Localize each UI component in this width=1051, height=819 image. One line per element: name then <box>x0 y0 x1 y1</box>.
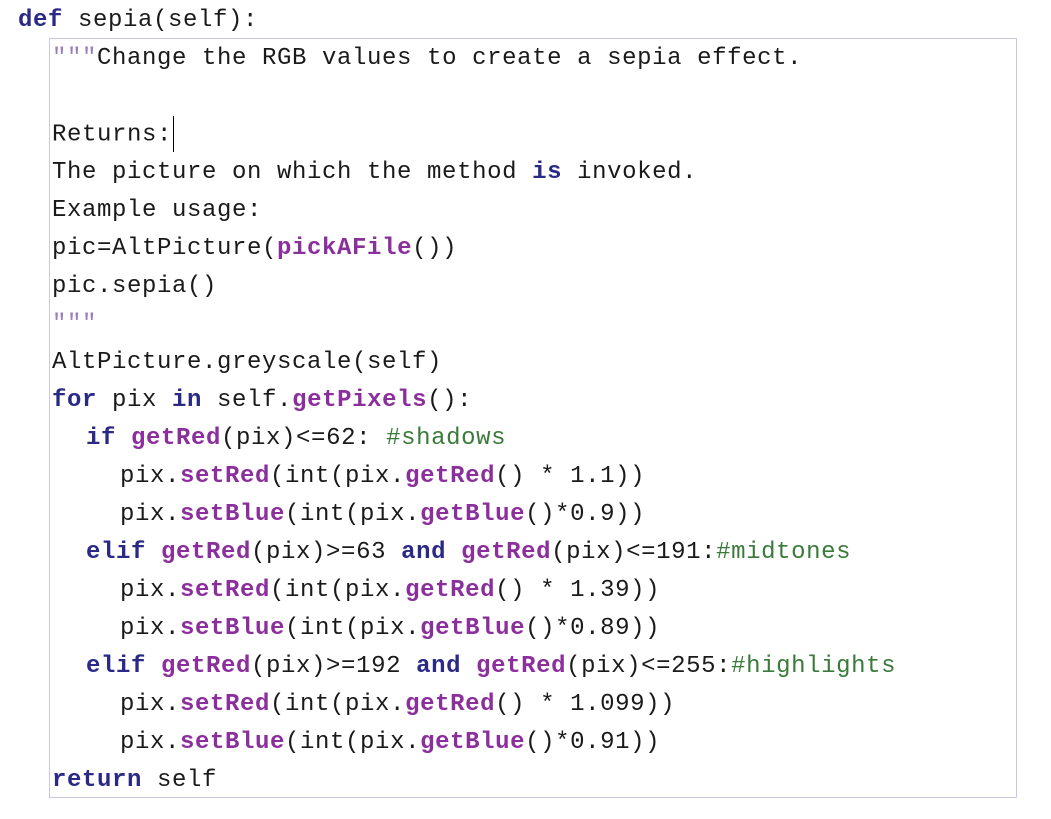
code-token: sepia(self): <box>63 7 259 34</box>
code-token: ()) <box>412 235 458 262</box>
code-token: ()*0.9)) <box>525 501 646 528</box>
code-token: AltPicture.greyscale(self) <box>52 349 443 376</box>
code-token: invoked. <box>562 159 698 186</box>
code-line[interactable]: pix.setBlue(int(pix.getBlue()*0.9)) <box>120 496 645 534</box>
code-token: Change the RGB values to create a sepia … <box>97 45 803 72</box>
code-token: #midtones <box>716 539 852 566</box>
code-line[interactable]: elif getRed(pix)>=192 and getRed(pix)<=2… <box>86 648 896 686</box>
code-token: and <box>416 653 462 680</box>
code-line[interactable]: pic=AltPicture(pickAFile()) <box>52 230 457 268</box>
code-token: (pix)<=62: <box>221 425 387 452</box>
code-token: setBlue <box>180 501 286 528</box>
code-token: Example usage: <box>52 197 263 224</box>
code-token: elif <box>86 539 147 566</box>
code-token: getBlue <box>420 729 526 756</box>
code-line[interactable]: Returns: <box>52 116 175 154</box>
code-token: setRed <box>180 463 271 490</box>
code-token: getRed <box>161 539 252 566</box>
code-line[interactable]: """Change the RGB values to create a sep… <box>52 40 802 78</box>
code-token: pix. <box>120 501 181 528</box>
code-line[interactable]: for pix in self.getPixels(): <box>52 382 472 420</box>
code-line[interactable]: pix.setBlue(int(pix.getBlue()*0.91)) <box>120 724 660 762</box>
code-token: getRed <box>405 463 496 490</box>
code-token: pix. <box>120 691 181 718</box>
code-token: """ <box>52 311 98 338</box>
code-token: setBlue <box>180 729 286 756</box>
code-token: self. <box>202 387 293 414</box>
code-line[interactable]: elif getRed(pix)>=63 and getRed(pix)<=19… <box>86 534 851 572</box>
text-cursor <box>173 116 175 152</box>
code-token: (pix)<=255: <box>566 653 732 680</box>
code-token: ()*0.91)) <box>525 729 661 756</box>
code-token: pic=AltPicture( <box>52 235 278 262</box>
code-token: (pix)>=63 <box>251 539 402 566</box>
code-token: (int(pix. <box>270 577 406 604</box>
code-token: pix <box>97 387 173 414</box>
code-token: and <box>401 539 447 566</box>
code-line[interactable]: Example usage: <box>52 192 262 230</box>
code-token: setBlue <box>180 615 286 642</box>
code-line[interactable]: if getRed(pix)<=62: #shadows <box>86 420 506 458</box>
code-token: """ <box>52 45 98 72</box>
code-token: () * 1.39)) <box>495 577 661 604</box>
code-token: if <box>86 425 117 452</box>
code-token: #shadows <box>386 425 507 452</box>
code-token: (): <box>427 387 473 414</box>
code-line[interactable]: pix.setRed(int(pix.getRed() * 1.39)) <box>120 572 660 610</box>
code-line[interactable]: pix.setRed(int(pix.getRed() * 1.1)) <box>120 458 645 496</box>
code-token: (int(pix. <box>285 501 421 528</box>
code-token: pix. <box>120 463 181 490</box>
code-token: The picture on which the method <box>52 159 533 186</box>
code-token: pickAFile <box>277 235 413 262</box>
code-line[interactable]: pix.setBlue(int(pix.getBlue()*0.89)) <box>120 610 660 648</box>
code-token: pix. <box>120 577 181 604</box>
code-token: (pix)<=191: <box>551 539 717 566</box>
code-line[interactable]: """ <box>52 306 97 344</box>
code-token: getRed <box>461 539 552 566</box>
code-line[interactable]: pic.sepia() <box>52 268 217 306</box>
code-token: in <box>172 387 203 414</box>
code-token: getRed <box>476 653 567 680</box>
code-token: Returns: <box>52 121 173 149</box>
code-token: () * 1.099)) <box>495 691 676 718</box>
code-token: (int(pix. <box>285 729 421 756</box>
code-line[interactable]: def sepia(self): <box>18 2 258 40</box>
code-line[interactable]: The picture on which the method is invok… <box>52 154 697 192</box>
code-token: elif <box>86 653 147 680</box>
code-token: setRed <box>180 577 271 604</box>
code-token: getRed <box>405 691 496 718</box>
code-token: return <box>52 767 143 794</box>
code-token: getBlue <box>420 501 526 528</box>
code-token: (int(pix. <box>270 691 406 718</box>
code-token: getRed <box>161 653 252 680</box>
code-token: pix. <box>120 615 181 642</box>
code-token: getRed <box>131 425 222 452</box>
code-token: def <box>18 7 64 34</box>
code-token: getRed <box>405 577 496 604</box>
code-token: self <box>142 767 218 794</box>
code-token: pix. <box>120 729 181 756</box>
code-editor[interactable]: def sepia(self): """Change the RGB values… <box>0 0 1051 819</box>
code-token: setRed <box>180 691 271 718</box>
code-token: ()*0.89)) <box>525 615 661 642</box>
code-line[interactable]: return self <box>52 762 217 800</box>
code-line[interactable]: AltPicture.greyscale(self) <box>52 344 442 382</box>
code-token: for <box>52 387 98 414</box>
code-token: (pix)>=192 <box>251 653 417 680</box>
code-token: () * 1.1)) <box>495 463 646 490</box>
code-line[interactable]: pix.setRed(int(pix.getRed() * 1.099)) <box>120 686 675 724</box>
code-token: (int(pix. <box>285 615 421 642</box>
code-token: (int(pix. <box>270 463 406 490</box>
code-token: getPixels <box>292 387 428 414</box>
code-token: is <box>532 159 563 186</box>
code-token: pic.sepia() <box>52 273 218 300</box>
code-token: getBlue <box>420 615 526 642</box>
code-token: #highlights <box>731 653 897 680</box>
